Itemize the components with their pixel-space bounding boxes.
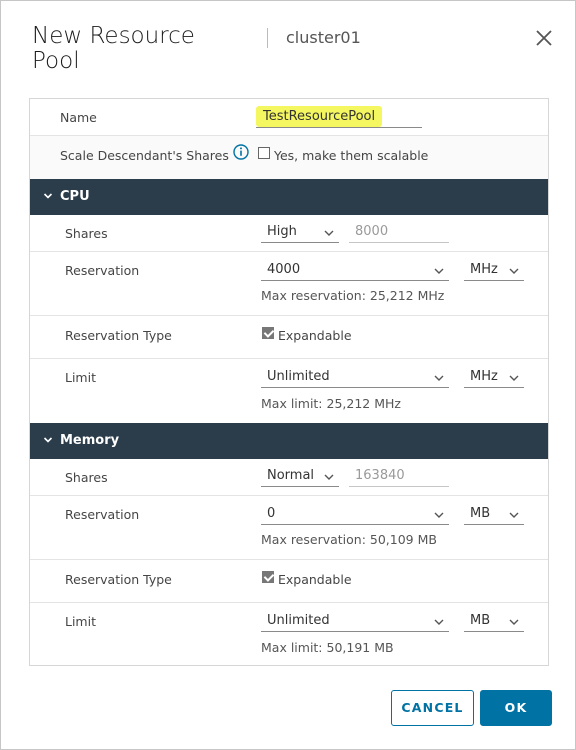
memory-reservation-row: Reservation 0 MB Max reservation: 50,109…	[30, 496, 548, 560]
memory-limit-select[interactable]: Unlimited	[261, 610, 449, 632]
memory-shares-label: Shares	[65, 470, 108, 485]
memory-reservation-label: Reservation	[65, 507, 140, 522]
cpu-limit-row: Limit Unlimited MHz Max limit: 25,212 MH…	[30, 359, 548, 423]
cpu-limit-select[interactable]: Unlimited	[261, 366, 449, 388]
title-divider	[267, 28, 268, 48]
scale-shares-checkbox[interactable]	[258, 147, 270, 159]
memory-limit-unit: MB	[470, 613, 491, 628]
memory-limit-value: Unlimited	[267, 613, 330, 628]
cpu-shares-value-field: 8000	[349, 221, 449, 243]
chevron-down-icon	[433, 509, 445, 519]
cpu-reservation-label: Reservation	[65, 263, 140, 278]
chevron-down-icon	[508, 509, 520, 519]
cpu-shares-level: High	[267, 224, 297, 239]
memory-reservation-unit: MB	[470, 506, 491, 521]
cpu-limit-unit-select[interactable]: MHz	[464, 366, 524, 388]
info-icon[interactable]	[233, 144, 249, 160]
memory-shares-row: Shares Normal 163840	[30, 459, 548, 496]
memory-reservation-select[interactable]: 0	[261, 503, 449, 525]
chevron-down-icon	[508, 616, 520, 626]
cpu-section-title: CPU	[60, 189, 90, 204]
cpu-reservation-value: 4000	[267, 262, 301, 277]
memory-shares-level: Normal	[267, 468, 315, 483]
memory-section-title: Memory	[60, 433, 120, 448]
chevron-down-icon	[508, 265, 520, 275]
chevron-down-icon	[433, 265, 445, 275]
memory-reservation-hint: Max reservation: 50,109 MB	[261, 532, 437, 547]
cpu-expandable-checkbox[interactable]	[262, 327, 274, 339]
memory-section-header[interactable]: Memory	[30, 423, 548, 459]
cpu-limit-label: Limit	[65, 370, 96, 385]
cpu-section-header[interactable]: CPU	[30, 179, 548, 215]
memory-reservation-unit-select[interactable]: MB	[464, 503, 524, 525]
memory-reservation-type-label: Reservation Type	[65, 572, 172, 587]
cpu-expandable-label: Expandable	[278, 328, 352, 343]
memory-shares-value-field: 163840	[349, 465, 449, 487]
new-resource-pool-dialog: New Resource Pool cluster01 Name TestRes…	[0, 0, 576, 750]
name-row: Name TestResourcePool	[30, 99, 548, 136]
memory-limit-hint: Max limit: 50,191 MB	[261, 640, 394, 655]
resource-pool-form: Name TestResourcePool Scale Descendant's…	[29, 98, 549, 666]
cpu-reservation-select[interactable]: 4000	[261, 259, 449, 281]
name-input[interactable]: TestResourcePool	[256, 106, 422, 128]
scale-shares-row: Scale Descendant's Shares Yes, make them…	[30, 136, 548, 179]
ok-button[interactable]: OK	[480, 690, 552, 726]
cpu-reservation-hint: Max reservation: 25,212 MHz	[261, 288, 445, 303]
chevron-down-icon	[323, 227, 335, 237]
cpu-reservation-unit-select[interactable]: MHz	[464, 259, 524, 281]
memory-limit-row: Limit Unlimited MB Max limit: 50,191 MB	[30, 603, 548, 665]
memory-reservation-value: 0	[267, 506, 276, 521]
name-label: Name	[60, 110, 97, 125]
cpu-limit-value: Unlimited	[267, 369, 330, 384]
memory-shares-select[interactable]: Normal	[261, 465, 339, 487]
name-value: TestResourcePool	[256, 106, 383, 127]
memory-expandable-checkbox[interactable]	[262, 571, 274, 583]
cancel-button[interactable]: CANCEL	[391, 690, 474, 726]
cpu-reservation-row: Reservation 4000 MHz Max reservation: 25…	[30, 252, 548, 316]
memory-reservation-type-row: Reservation Type Expandable	[30, 560, 548, 603]
dialog-title: New Resource Pool	[32, 23, 195, 74]
cpu-limit-unit: MHz	[470, 369, 498, 384]
chevron-down-icon	[43, 190, 53, 205]
close-icon[interactable]	[535, 29, 553, 47]
cpu-shares-select[interactable]: High	[261, 221, 339, 243]
scale-shares-label: Scale Descendant's Shares	[60, 148, 229, 163]
memory-limit-label: Limit	[65, 614, 96, 629]
scale-shares-checkbox-label: Yes, make them scalable	[274, 148, 429, 163]
chevron-down-icon	[508, 372, 520, 382]
cpu-limit-hint: Max limit: 25,212 MHz	[261, 396, 401, 411]
cpu-shares-row: Shares High 8000	[30, 215, 548, 252]
cpu-reservation-type-row: Reservation Type Expandable	[30, 316, 548, 359]
cpu-reservation-type-label: Reservation Type	[65, 328, 172, 343]
memory-limit-unit-select[interactable]: MB	[464, 610, 524, 632]
memory-expandable-label: Expandable	[278, 572, 352, 587]
cpu-reservation-unit: MHz	[470, 262, 498, 277]
chevron-down-icon	[433, 616, 445, 626]
cpu-shares-value: 8000	[355, 224, 389, 239]
chevron-down-icon	[43, 434, 53, 449]
chevron-down-icon	[323, 471, 335, 481]
memory-shares-value: 163840	[355, 468, 405, 483]
cpu-shares-label: Shares	[65, 226, 108, 241]
chevron-down-icon	[433, 372, 445, 382]
dialog-subtitle: cluster01	[286, 28, 361, 47]
